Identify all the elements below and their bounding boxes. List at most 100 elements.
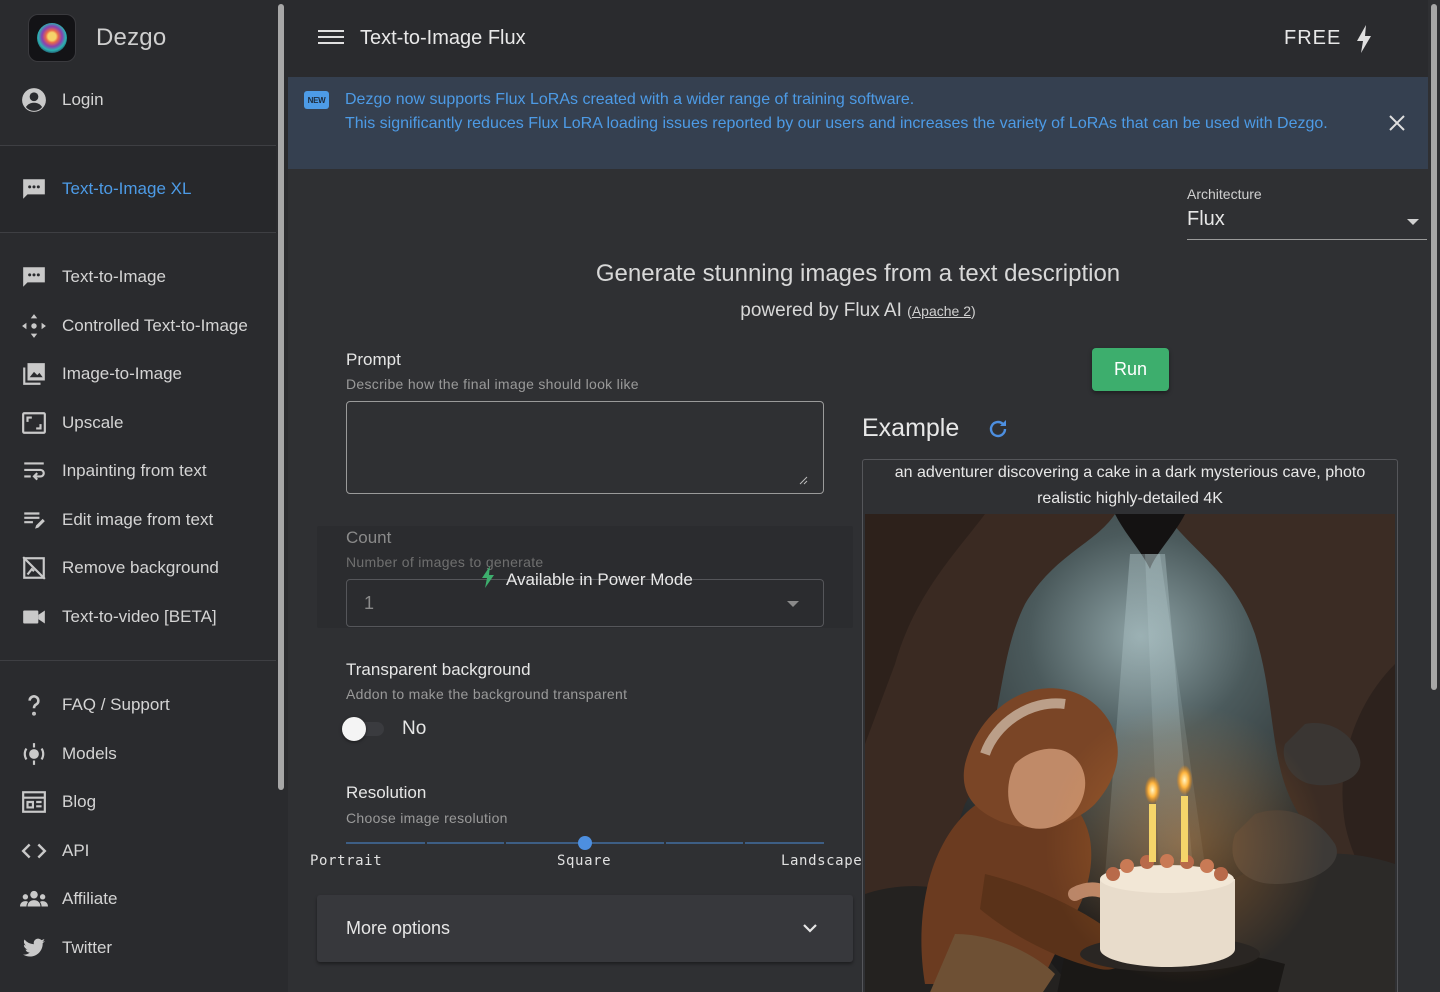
resolution-mark-landscape[interactable]: Landscape <box>781 853 862 869</box>
license-link[interactable]: Apache 2 <box>912 303 971 319</box>
powered-by-text: powered by Flux AI <box>740 300 902 321</box>
sidebar-item-label: Remove background <box>62 558 219 577</box>
sidebar-item-label: Text-to-Image <box>62 267 166 286</box>
sidebar-divider <box>0 232 276 233</box>
no-image-icon <box>20 554 48 582</box>
sidebar-item-inpainting[interactable]: Inpainting from text <box>0 449 276 493</box>
sidebar-item-label: Edit image from text <box>62 510 214 529</box>
blog-icon <box>20 788 48 816</box>
resolution-help: Choose image resolution <box>346 810 508 826</box>
dezgo-logo <box>28 14 76 62</box>
sidebar-item-label: Affiliate <box>62 889 118 908</box>
brand[interactable]: Dezgo <box>28 14 166 62</box>
prompt-help: Describe how the final image should look… <box>346 376 639 392</box>
refresh-icon[interactable] <box>986 417 1010 441</box>
sidebar: Dezgo Login Text-to-Image XL Text-to-Ima… <box>0 0 276 992</box>
code-icon <box>20 837 48 865</box>
sidebar-item-affiliate[interactable]: Affiliate <box>0 877 276 921</box>
bolt-icon <box>480 565 496 594</box>
resolution-mark-portrait[interactable]: Portrait <box>310 853 382 869</box>
plan-label[interactable]: FREE <box>1284 27 1341 50</box>
powered-by: powered by Flux AI (Apache 2) <box>288 300 1428 322</box>
sidebar-item-edit-image[interactable]: Edit image from text <box>0 498 276 542</box>
twitter-icon <box>20 934 48 962</box>
page-scrollbar[interactable] <box>1428 0 1440 992</box>
banner-line-2: This significantly reduces Flux LoRA loa… <box>345 115 1328 132</box>
power-mode-text: Available in Power Mode <box>506 569 693 589</box>
resolution-mark-square[interactable]: Square <box>557 853 611 869</box>
brand-name: Dezgo <box>96 24 167 51</box>
architecture-value: Flux <box>1187 208 1225 230</box>
resolution-slider[interactable] <box>346 833 824 853</box>
resolution-label: Resolution <box>346 783 427 802</box>
sidebar-item-label: Text-to-Image XL <box>62 179 192 198</box>
video-camera-icon <box>20 603 48 631</box>
sidebar-item-remove-background[interactable]: Remove background <box>0 546 276 590</box>
edit-text-icon <box>20 506 48 534</box>
banner-text: Dezgo now supports Flux LoRAs created wi… <box>345 88 1355 136</box>
sidebar-item-upscale[interactable]: Upscale <box>0 401 276 445</box>
sidebar-item-controlled-text-to-image[interactable]: Controlled Text-to-Image <box>0 304 276 348</box>
sidebar-item-api[interactable]: API <box>0 829 276 873</box>
bolt-icon[interactable] <box>1354 24 1374 54</box>
app-bar: Text-to-Image Flux FREE <box>288 0 1428 77</box>
chat-icon <box>20 263 48 291</box>
new-badge-icon: NEW <box>304 91 329 109</box>
sidebar-item-twitter[interactable]: Twitter <box>0 926 276 970</box>
prompt-label: Prompt <box>346 350 401 369</box>
sidebar-scrollbar[interactable] <box>278 4 284 790</box>
sidebar-item-text-to-video[interactable]: Text-to-video [BETA] <box>0 595 276 639</box>
page-title: Text-to-Image Flux <box>360 27 526 49</box>
sidebar-divider <box>0 660 276 661</box>
announcement-banner: NEW Dezgo now supports Flux LoRAs create… <box>288 77 1428 169</box>
sidebar-item-label: Models <box>62 744 117 763</box>
sidebar-item-blog[interactable]: Blog <box>0 780 276 824</box>
models-icon <box>20 740 48 768</box>
sidebar-item-faq[interactable]: FAQ / Support <box>0 683 276 727</box>
headline: Generate stunning images from a text des… <box>595 260 1121 287</box>
sidebar-item-login[interactable]: Login <box>0 78 276 122</box>
sidebar-item-label: API <box>62 841 90 860</box>
transparent-help: Addon to make the background transparent <box>346 686 628 702</box>
chat-icon <box>20 175 48 203</box>
sidebar-item-image-to-image[interactable]: Image-to-Image <box>0 352 276 396</box>
count-value: 1 <box>364 593 375 613</box>
more-options-accordion[interactable]: More options <box>317 895 853 962</box>
example-card: an adventurer discovering a cake in a da… <box>862 459 1398 992</box>
example-title: Example <box>862 414 960 442</box>
hamburger-menu-icon[interactable] <box>318 26 344 50</box>
sidebar-item-label: Text-to-video [BETA] <box>62 607 217 626</box>
resize-grip-icon[interactable] <box>798 472 808 485</box>
power-mode-note[interactable]: Available in Power Mode <box>480 565 693 594</box>
license-close-paren: ) <box>971 303 976 319</box>
example-caption: an adventurer discovering a cake in a da… <box>894 464 1366 507</box>
slider-thumb[interactable] <box>578 836 592 850</box>
transparent-toggle[interactable] <box>342 716 388 742</box>
sidebar-item-label: FAQ / Support <box>62 695 170 714</box>
sidebar-item-models[interactable]: Models <box>0 732 276 776</box>
more-options-label: More options <box>346 918 451 938</box>
chevron-down-icon <box>801 919 819 937</box>
sidebar-item-label: Controlled Text-to-Image <box>62 316 248 335</box>
count-field-locked: Count Number of images to generate 1 Ava… <box>317 526 853 628</box>
sidebar-item-text-to-image-xl[interactable]: Text-to-Image XL <box>0 146 276 232</box>
transparent-label: Transparent background <box>346 660 531 679</box>
sidebar-item-text-to-image[interactable]: Text-to-Image <box>0 255 276 299</box>
run-button[interactable]: Run <box>1092 348 1169 391</box>
control-arrows-icon <box>20 312 48 340</box>
architecture-select[interactable]: Flux <box>1187 204 1427 240</box>
question-icon <box>20 691 48 719</box>
upscale-icon <box>20 409 48 437</box>
images-icon <box>20 360 48 388</box>
example-image <box>865 514 1395 992</box>
count-label: Count <box>346 528 392 547</box>
caret-down-icon <box>1407 219 1419 225</box>
prompt-input[interactable] <box>346 401 824 494</box>
sidebar-item-label: Login <box>62 90 104 109</box>
caret-down-icon <box>787 601 799 607</box>
sidebar-item-label: Blog <box>62 792 97 811</box>
sidebar-item-label: Image-to-Image <box>62 364 182 383</box>
banner-line-1: Dezgo now supports Flux LoRAs created wi… <box>345 91 915 108</box>
close-icon[interactable] <box>1386 112 1408 134</box>
transparent-state: No <box>402 718 427 739</box>
